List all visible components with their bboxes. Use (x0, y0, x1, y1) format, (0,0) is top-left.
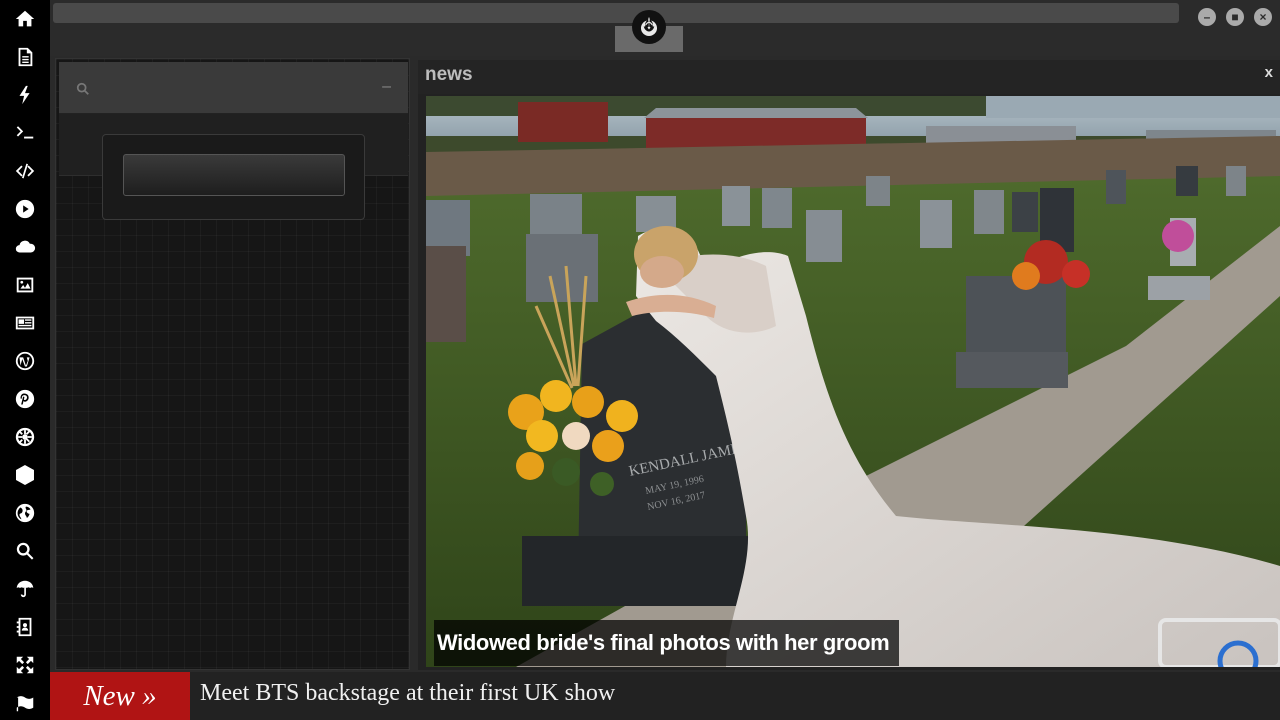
wordpress-icon[interactable] (11, 347, 39, 375)
newspaper-icon[interactable] (11, 309, 39, 337)
news-header: news x (418, 60, 1280, 94)
news-close-button[interactable]: x (1265, 64, 1273, 81)
play-icon[interactable] (11, 195, 39, 223)
top-bar: – ■ × (50, 0, 1280, 56)
news-caption[interactable]: Widowed bride's final photos with her gr… (434, 620, 900, 666)
bolt-icon[interactable] (11, 81, 39, 109)
globe-icon[interactable] (11, 499, 39, 527)
title-bar[interactable] (53, 3, 1179, 23)
input-frame (102, 134, 365, 220)
document-icon[interactable] (11, 43, 39, 71)
search-icon[interactable] (76, 82, 90, 96)
news-photo[interactable]: KENDALL JAMES MAY 19, 1996 NOV 16, 2017 (426, 96, 1280, 667)
code-icon[interactable] (11, 157, 39, 185)
ticker-headline[interactable]: Meet BTS backstage at their first UK sho… (200, 680, 615, 707)
search-icon[interactable] (11, 537, 39, 565)
umbrella-icon[interactable] (11, 575, 39, 603)
network-globe-icon[interactable] (11, 461, 39, 489)
contacts-icon[interactable] (11, 613, 39, 641)
terminal-icon[interactable] (11, 119, 39, 147)
flag-icon[interactable] (11, 689, 39, 717)
pinterest-icon[interactable] (11, 385, 39, 413)
ticker-label: New » (50, 672, 190, 720)
maximize-window-button[interactable]: ■ (1226, 8, 1244, 26)
left-panel: – (55, 58, 410, 670)
news-panel: news x KENDALL JAMES MAY 19, 1996 NOV 16… (418, 60, 1280, 670)
sidebar (0, 0, 50, 720)
galactic-empire-icon[interactable] (11, 423, 39, 451)
collapse-button[interactable]: – (382, 78, 391, 96)
image-icon[interactable] (11, 271, 39, 299)
expand-icon[interactable] (11, 651, 39, 679)
cloud-icon[interactable] (11, 233, 39, 261)
search-bar[interactable]: – (59, 62, 408, 114)
close-window-button[interactable]: × (1254, 8, 1272, 26)
home-icon[interactable] (11, 5, 39, 33)
news-title: news (425, 64, 473, 85)
search-input[interactable] (123, 154, 345, 196)
minimize-window-button[interactable]: – (1198, 8, 1216, 26)
news-ticker: New » Meet BTS backstage at their first … (50, 672, 1280, 720)
rebel-alliance-icon[interactable] (632, 10, 666, 44)
